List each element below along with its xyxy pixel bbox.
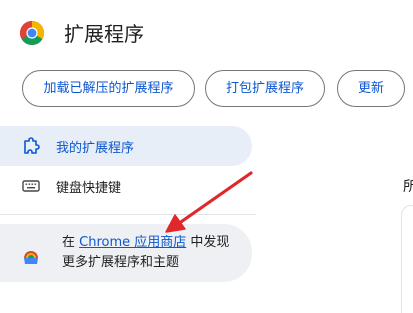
extensions-page: 扩展程序 加载已解压的扩展程序 打包扩展程序 更新 我的扩展程序 键盘快捷键 在…	[0, 0, 413, 313]
puzzle-piece-icon	[24, 137, 40, 154]
page-title: 扩展程序	[64, 22, 144, 46]
extension-card	[401, 205, 413, 313]
web-store-promo-text: 在 Chrome 应用商店 中发现更多扩展程序和主题	[62, 233, 242, 273]
chrome-web-store-link[interactable]: Chrome 应用商店	[79, 235, 186, 250]
sidebar-item-label: 我的扩展程序	[56, 140, 135, 156]
sidebar-item-keyboard-shortcuts[interactable]: 键盘快捷键	[0, 166, 252, 206]
sidebar-item-my-extensions[interactable]: 我的扩展程序	[0, 126, 252, 166]
promo-prefix: 在	[62, 235, 80, 250]
main-section-heading: 所	[403, 179, 413, 195]
load-unpacked-button[interactable]: 加载已解压的扩展程序	[22, 70, 195, 107]
pack-extension-button[interactable]: 打包扩展程序	[205, 70, 325, 107]
update-button[interactable]: 更新	[337, 70, 405, 107]
keyboard-icon	[22, 180, 40, 192]
sidebar-item-label: 键盘快捷键	[56, 180, 122, 196]
sidebar-divider	[0, 214, 256, 215]
chrome-logo-icon	[19, 20, 45, 46]
chrome-web-store-icon	[24, 251, 38, 264]
